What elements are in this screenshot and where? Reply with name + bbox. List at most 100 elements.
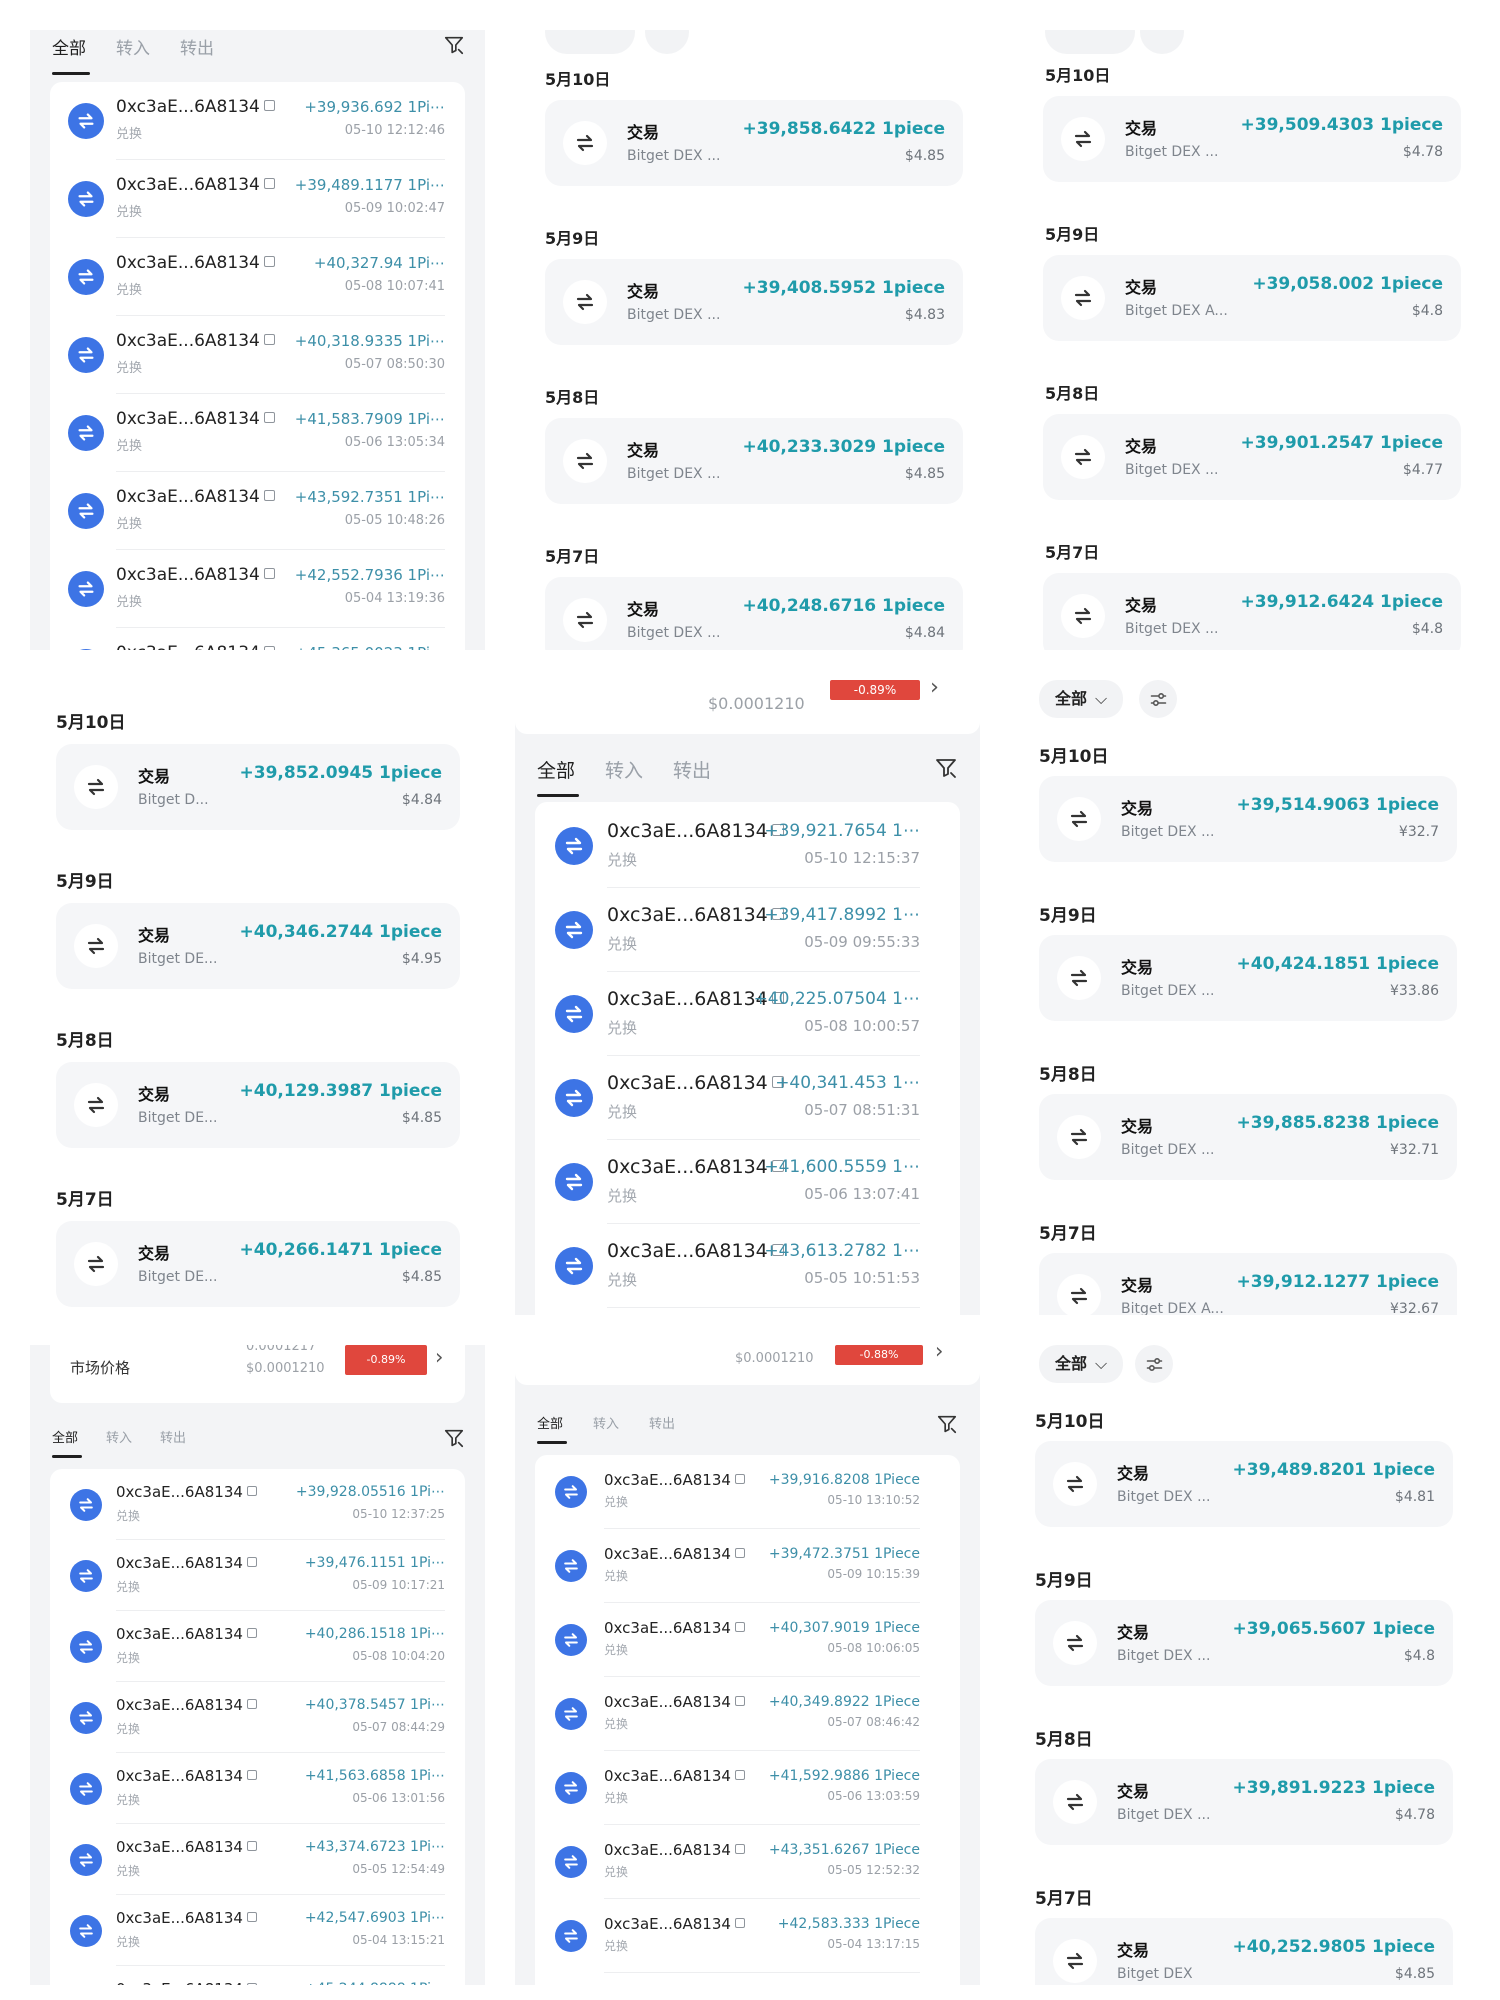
trade-card[interactable]: 交易 Bitget DEX ... +39,514.9063 1piece ¥32.7 xyxy=(1039,776,1457,862)
copy-icon[interactable] xyxy=(263,178,275,189)
transaction-row[interactable]: 0xc3aE...6A8134 兑换 +43,613.2782 1⋯ 05-05 10… xyxy=(535,1224,960,1308)
copy-icon[interactable] xyxy=(734,1918,745,1928)
trade-card[interactable]: 交易 Bitget DEX ... +39,509.4303 1piece $4.78 xyxy=(1043,96,1461,182)
copy-icon[interactable] xyxy=(734,1548,745,1558)
trade-card[interactable]: 交易 Bitget DEX ... +40,248.6716 1piece $4.84 xyxy=(545,577,963,650)
transaction-row[interactable]: 0xc3aE...6A8134 兑换 +42,547.6903 1Pi⋯ 05-04 … xyxy=(50,1895,465,1966)
transaction-row[interactable]: 0xc3aE...6A8134 兑换 +43,374.6723 1Pi⋯ 05-05 … xyxy=(50,1824,465,1895)
chevron-right-icon[interactable]: › xyxy=(435,1345,443,1369)
trade-card[interactable]: 交易 Bitget DEX A... +39,058.002 1piece $4.8 xyxy=(1043,255,1461,341)
copy-icon[interactable] xyxy=(263,412,275,423)
transaction-row[interactable]: 0xc3aE...6A8134 兑换 +39,916.8208 1Piece 05-1… xyxy=(535,1455,960,1529)
copy-icon[interactable] xyxy=(263,100,275,111)
filter-dropdown-all[interactable]: 全部 ⌵ xyxy=(1039,1345,1124,1383)
copy-icon[interactable] xyxy=(263,568,275,579)
trade-card[interactable]: 交易 Bitget DEX ... +39,858.6422 1piece $4.85 xyxy=(545,100,963,186)
sliders-icon[interactable] xyxy=(1140,30,1184,54)
transaction-row[interactable]: 0xc3aE...6A8134 兑换 +43,351.6267 1Piece 05-0… xyxy=(535,1825,960,1899)
transaction-row[interactable]: 0xc3aE...6A8134 兑换 +39,489.1177 1Pi⋯ 05-09 … xyxy=(50,160,465,238)
transaction-row[interactable]: 0xc3aE...6A8134 兑换 +39,928.05516 1Pi⋯ 05-10… xyxy=(50,1469,465,1540)
trade-card[interactable]: 交易 Bitget DEX ... +40,233.3029 1piece $4.85 xyxy=(545,418,963,504)
sliders-icon[interactable] xyxy=(645,30,689,54)
copy-icon[interactable] xyxy=(246,1983,257,1985)
trade-card[interactable]: 交易 Bitget D... +39,852.0945 1piece $4.84 xyxy=(56,744,460,830)
trade-card[interactable]: 交易 Bitget DEX +40,252.9805 1piece $4.85 xyxy=(1035,1918,1453,1985)
copy-icon[interactable] xyxy=(734,1770,745,1780)
tab-all[interactable]: 全部 xyxy=(537,1413,563,1432)
transaction-row[interactable]: 0xc3aE...6A8134 兑换 +39,921.7654 1⋯ 05-10 12… xyxy=(535,804,960,888)
copy-icon[interactable] xyxy=(246,1841,257,1851)
transaction-row[interactable]: 0xc3aE...6A8134 兑换 +39,472.3751 1Piece 05-0… xyxy=(535,1529,960,1603)
tab-outgoing[interactable]: 转出 xyxy=(649,1413,675,1432)
copy-icon[interactable] xyxy=(734,1622,745,1632)
trade-card[interactable]: 交易 Bitget DEX ... +39,489.8201 1piece $4.81 xyxy=(1035,1441,1453,1527)
transaction-row[interactable]: 0xc3aE...6A8134兑换+45,244.8888 1Pi⋯ xyxy=(50,1966,465,1985)
tab-incoming[interactable]: 转入 xyxy=(593,1413,619,1432)
copy-icon[interactable] xyxy=(734,1696,745,1706)
trade-card[interactable]: 交易 Bitget DE... +40,346.2744 1piece $4.95 xyxy=(56,903,460,989)
filter-dropdown-all[interactable] xyxy=(545,30,635,54)
transaction-row[interactable]: 0xc3aE...6A8134 兑换 +40,327.94 1Pi⋯ 05-08 10… xyxy=(50,238,465,316)
trade-card[interactable]: 交易 Bitget DEX ... +40,424.1851 1piece ¥33.8… xyxy=(1039,935,1457,1021)
trade-card[interactable]: 交易 Bitget DE... +40,266.1471 1piece $4.85 xyxy=(56,1221,460,1307)
trade-card[interactable]: 交易 Bitget DEX A... +39,912.1277 1piece ¥32.… xyxy=(1039,1253,1457,1315)
copy-icon[interactable] xyxy=(246,1770,257,1780)
tab-all[interactable]: 全部 xyxy=(52,1427,78,1446)
transaction-row[interactable]: 0xc3aE...6A8134 兑换 +39,476.1151 1Pi⋯ 05-09 … xyxy=(50,1540,465,1611)
tab-all[interactable]: 全部 xyxy=(537,756,575,783)
transaction-row[interactable]: 0xc3aE...6A8134 兑换 +41,600.5559 1⋯ 05-06 13… xyxy=(535,1140,960,1224)
filter-icon[interactable] xyxy=(443,1427,465,1449)
transaction-row[interactable]: 0xc3aE...6A8134 兑换 +40,286.1518 1Pi⋯ 05-08 … xyxy=(50,1611,465,1682)
transaction-row[interactable]: 0xc3aE...6A8134 兑换 +40,349.8922 1Piece 05-0… xyxy=(535,1677,960,1751)
trade-card[interactable]: 交易 Bitget DEX ... +39,885.8238 1piece ¥32.7… xyxy=(1039,1094,1457,1180)
chevron-right-icon[interactable]: › xyxy=(930,680,939,700)
transaction-row[interactable]: 0xc3aE...6A8134 兑换 +40,341.453 1⋯ 05-07 08:… xyxy=(535,1056,960,1140)
filter-icon[interactable] xyxy=(443,34,465,56)
sliders-icon[interactable] xyxy=(1135,1345,1173,1383)
transaction-row[interactable]: 0xc3aE...6A8134 兑换 +40,318.9335 1Pi⋯ 05-07 … xyxy=(50,316,465,394)
filter-dropdown-all[interactable]: 全部 ⌵ xyxy=(1039,680,1124,718)
transaction-row[interactable]: 0xc3aE...6A8134 兑换 +41,592.9886 1Piece 05-0… xyxy=(535,1751,960,1825)
copy-icon[interactable] xyxy=(246,1628,257,1638)
transaction-row[interactable]: 0xc3aE...6A8134 兑换 +39,936.692 1Pi⋯ 05-10 1… xyxy=(50,82,465,160)
transaction-row[interactable]: 0xc3aE...6A8134 兑换 +43,592.7351 1Pi⋯ 05-05 … xyxy=(50,472,465,550)
sliders-icon[interactable] xyxy=(1139,680,1177,718)
copy-icon[interactable] xyxy=(263,256,275,267)
filter-icon[interactable] xyxy=(934,756,958,780)
transaction-row[interactable]: 0xc3aE...6A8134 兑换 +42,552.7936 1Pi⋯ 05-04 … xyxy=(50,550,465,628)
chevron-right-icon[interactable]: › xyxy=(935,1345,943,1363)
tab-outgoing[interactable]: 转出 xyxy=(160,1427,186,1446)
copy-icon[interactable] xyxy=(734,1474,745,1484)
tab-outgoing[interactable]: 转出 xyxy=(673,756,711,783)
trade-card[interactable]: 交易 Bitget DEX ... +39,408.5952 1piece $4.83 xyxy=(545,259,963,345)
tab-incoming[interactable]: 转入 xyxy=(116,34,150,59)
transaction-row[interactable]: 0xc3aE...6A8134 兑换 +39,417.8992 1⋯ 05-09 09… xyxy=(535,888,960,972)
tab-outgoing[interactable]: 转出 xyxy=(180,34,214,59)
copy-icon[interactable] xyxy=(734,1844,745,1854)
transaction-row[interactable]: 0xc3aE...6A8134 兑换 +40,307.9019 1Piece 05-0… xyxy=(535,1603,960,1677)
filter-icon[interactable] xyxy=(936,1413,958,1435)
copy-icon[interactable] xyxy=(246,1699,257,1709)
copy-icon[interactable] xyxy=(246,1557,257,1567)
filter-dropdown-label: 全部 xyxy=(1055,689,1088,708)
tab-incoming[interactable]: 转入 xyxy=(605,756,643,783)
tab-all[interactable]: 全部 xyxy=(52,34,86,59)
transaction-row[interactable]: 0xc3aE...6A8134 兑换 +41,563.6858 1Pi⋯ 05-06 … xyxy=(50,1753,465,1824)
copy-icon[interactable] xyxy=(246,1486,257,1496)
copy-icon[interactable] xyxy=(263,646,275,650)
transaction-row[interactable]: 0xc3aE...6A8134 兑换 +41,583.7909 1Pi⋯ 05-06 … xyxy=(50,394,465,472)
trade-card[interactable]: 交易 Bitget DEX ... +39,065.5607 1piece $4.8 xyxy=(1035,1600,1453,1686)
copy-icon[interactable] xyxy=(263,334,275,345)
transaction-row[interactable]: 0xc3aE...6A8134 兑换 +40,378.5457 1Pi⋯ 05-07 … xyxy=(50,1682,465,1753)
transaction-row[interactable]: 0xc3aE...6A8134 兑换 +42,583.333 1Piece 05-04… xyxy=(535,1899,960,1973)
copy-icon[interactable] xyxy=(246,1912,257,1922)
filter-dropdown-all[interactable] xyxy=(1045,30,1135,54)
transaction-row[interactable]: 0xc3aE...6A8134 兑换 +40,225.07504 1⋯ 05-08 1… xyxy=(535,972,960,1056)
trade-card[interactable]: 交易 Bitget DEX ... +39,891.9223 1piece $4.78 xyxy=(1035,1759,1453,1845)
trade-card[interactable]: 交易 Bitget DE... +40,129.3987 1piece $4.85 xyxy=(56,1062,460,1148)
tab-incoming[interactable]: 转入 xyxy=(106,1427,132,1446)
copy-icon[interactable] xyxy=(263,490,275,501)
trade-card[interactable]: 交易 Bitget DEX ... +39,912.6424 1piece $4.8 xyxy=(1043,573,1461,650)
trade-card[interactable]: 交易 Bitget DEX ... +39,901.2547 1piece $4.77 xyxy=(1043,414,1461,500)
transaction-row[interactable]: 0xc3aE...6A8134兑换+45,365.0023 1Pi⋯ xyxy=(50,628,465,650)
